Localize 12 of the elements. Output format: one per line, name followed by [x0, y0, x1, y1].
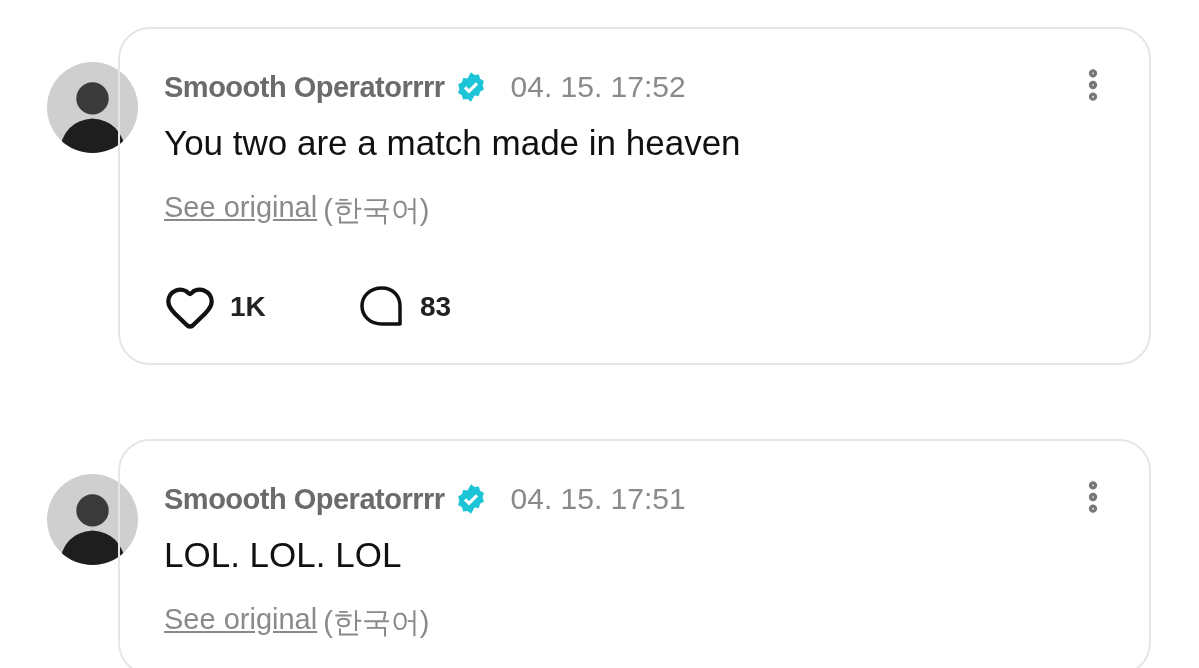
author-name[interactable]: Smoooth Operatorrrr	[164, 70, 445, 104]
comment-text: LOL. LOL. LOL	[164, 535, 403, 575]
comment-text: You two are a match made in heaven	[164, 123, 742, 163]
timestamp: 04. 15. 17:51	[510, 482, 686, 516]
language-label: (한국어)	[323, 193, 430, 228]
like-count: 1K	[230, 291, 266, 323]
language-label: (한국어)	[323, 605, 430, 640]
timestamp: 04. 15. 17:52	[510, 70, 686, 104]
author-name[interactable]: Smoooth Operatorrrr	[164, 482, 445, 516]
see-original-link[interactable]: See original	[164, 191, 318, 231]
see-original-link[interactable]: See original	[164, 603, 318, 643]
comment-count: 83	[420, 291, 452, 323]
